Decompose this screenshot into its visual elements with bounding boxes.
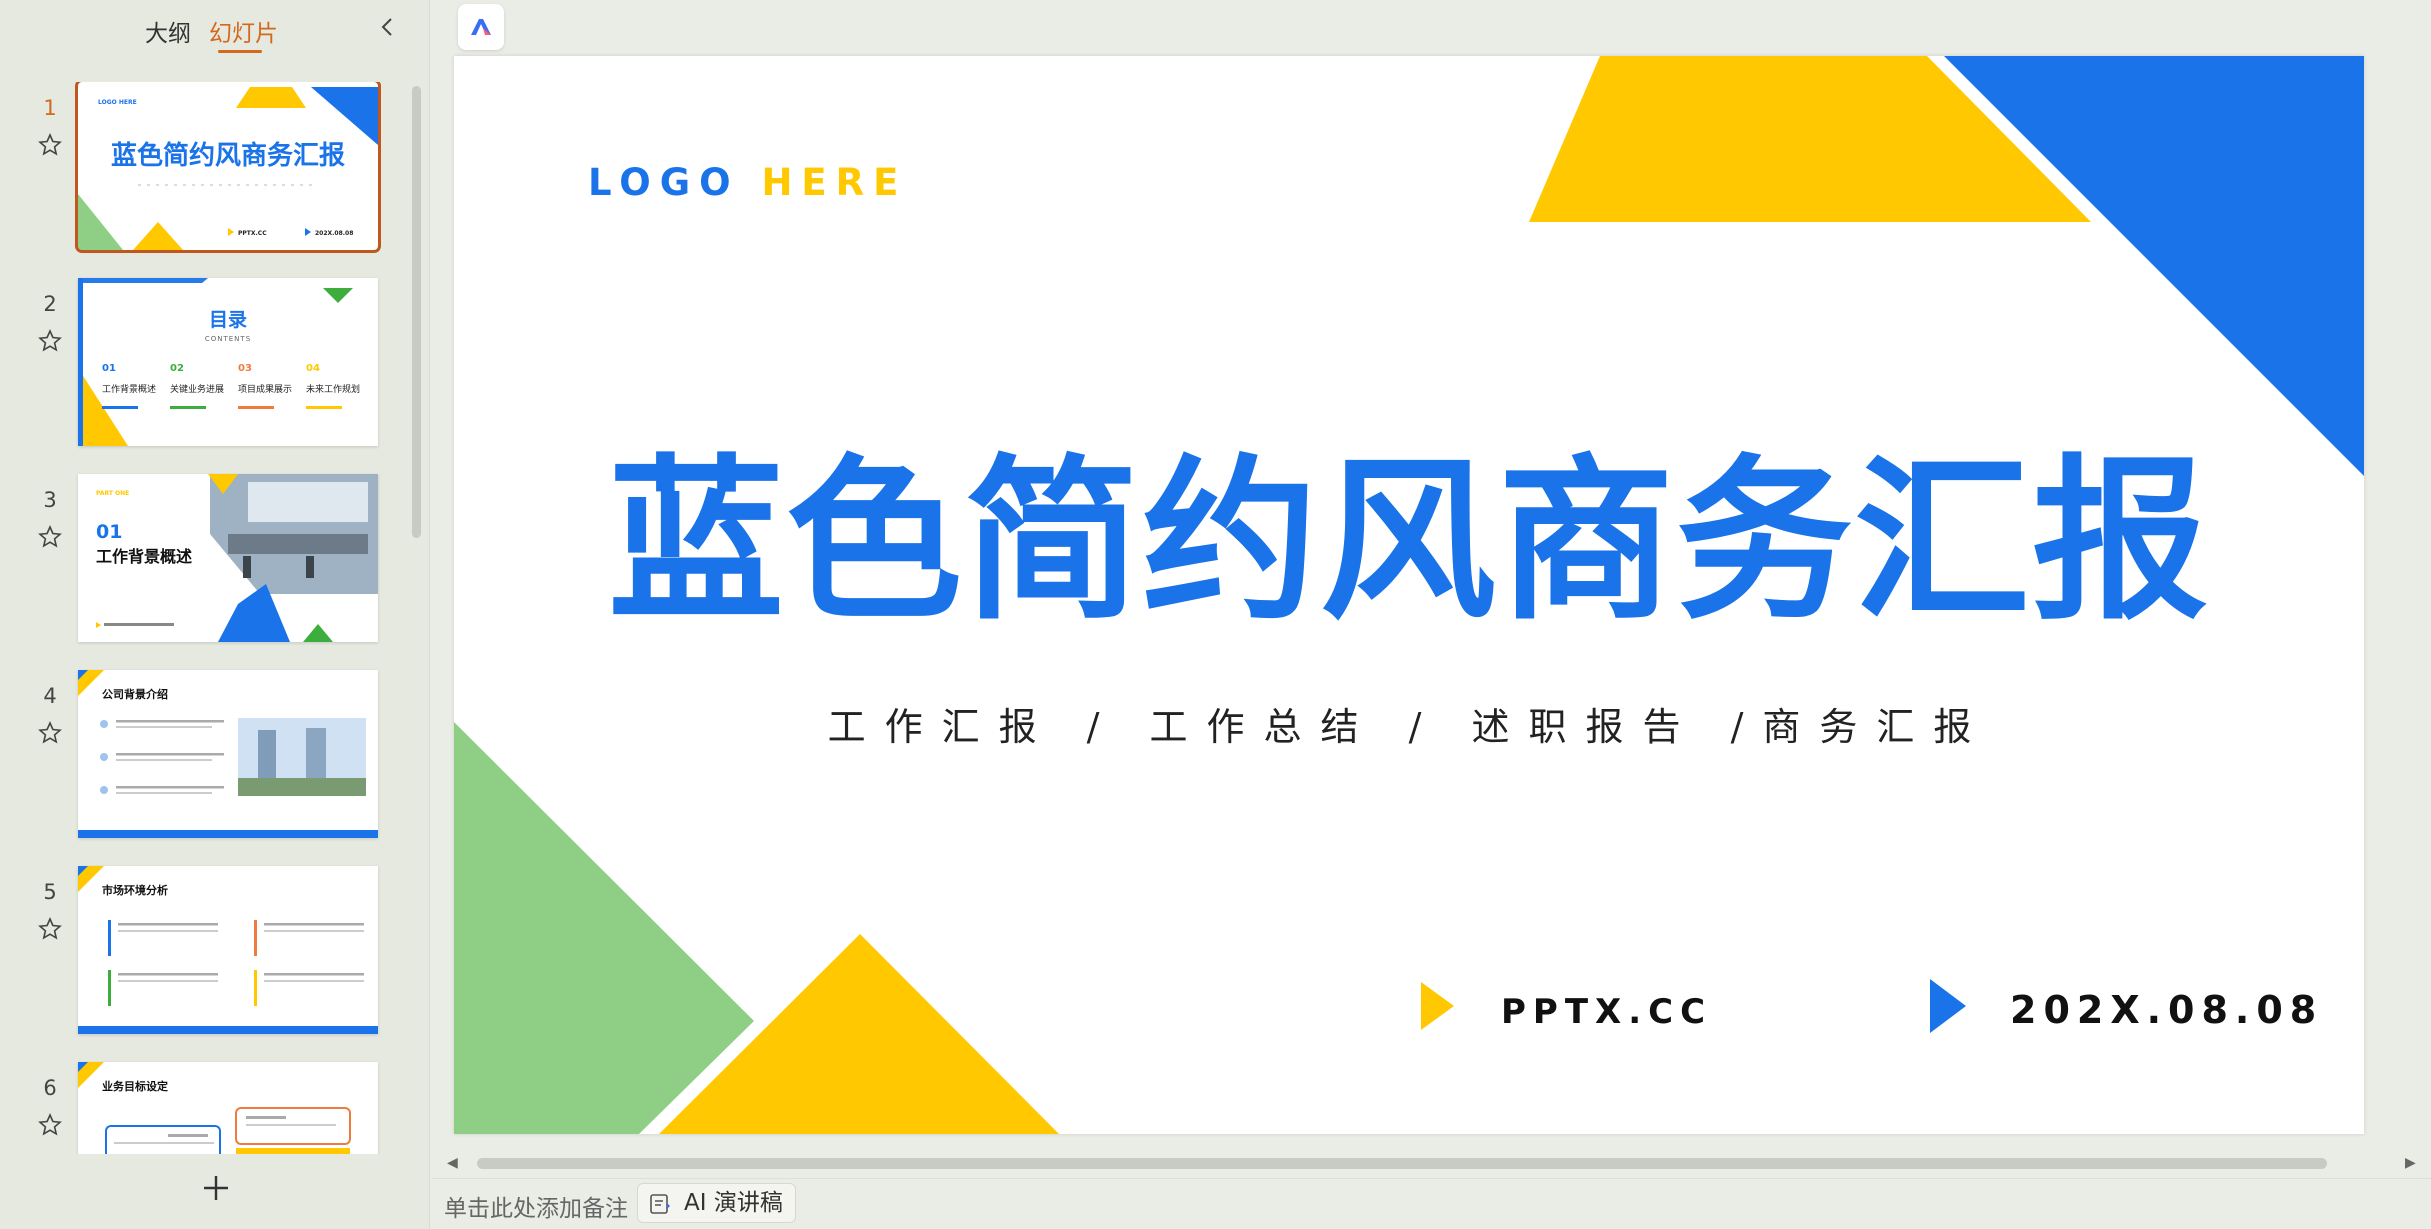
star-icon[interactable] bbox=[37, 916, 63, 942]
thumb-item-number: 04 bbox=[306, 363, 320, 374]
star-icon[interactable] bbox=[37, 720, 63, 746]
slide-number: 6 bbox=[43, 1076, 57, 1100]
slide-title[interactable]: 蓝色简约风商务汇报 bbox=[454, 454, 2364, 630]
add-slide-button[interactable] bbox=[196, 1168, 236, 1208]
slide-preview[interactable]: 目录 CONTENTS 01 02 03 04 工作背景概述 关键业务进展 项目… bbox=[78, 278, 378, 446]
logo-word-1: LOGO bbox=[588, 161, 740, 204]
thumb-item-label: 关键业务进展 bbox=[170, 383, 224, 395]
slide-preview[interactable]: PART ONE 01 工作背景概述 bbox=[78, 474, 378, 642]
thumbnail-scrollbar[interactable] bbox=[412, 86, 421, 538]
ai-speech-label: AI 演讲稿 bbox=[684, 1190, 783, 1216]
thumb-item-label: 工作背景概述 bbox=[102, 383, 156, 395]
thumb-title: 目录 bbox=[209, 309, 247, 331]
thumb-item-number: 02 bbox=[170, 363, 184, 374]
slide-preview[interactable]: 市场环境分析 bbox=[78, 866, 378, 1034]
slide-number: 2 bbox=[43, 292, 57, 316]
slide-number: 5 bbox=[43, 880, 57, 904]
scroll-left-arrow-icon[interactable]: ◀ bbox=[447, 1155, 458, 1171]
plus-icon bbox=[204, 1176, 228, 1200]
horizontal-scrollbar[interactable]: ◀ ▶ bbox=[447, 1152, 2421, 1174]
slide-thumbnail-2[interactable]: 2 目录 CONTENTS 01 02 03 04 工作背景概述 关键业务进展 … bbox=[0, 278, 415, 458]
thumb-item-number: 01 bbox=[102, 363, 116, 374]
slide-subtitle[interactable]: 工作汇报 / 工作总结 / 述职报告 /商务汇报 bbox=[454, 696, 2364, 751]
collapse-panel-button[interactable] bbox=[372, 12, 402, 42]
star-icon[interactable] bbox=[37, 524, 63, 550]
star-icon[interactable] bbox=[37, 1112, 63, 1138]
tab-outline[interactable]: 大纲 bbox=[145, 14, 191, 48]
logo-word-2: HERE bbox=[761, 161, 908, 204]
thumb-title: 市场环境分析 bbox=[102, 883, 168, 897]
slide-thumbnail-5[interactable]: 5 市场环境分析 bbox=[0, 866, 415, 1046]
app-logo[interactable] bbox=[458, 4, 504, 50]
thumb-number: 01 bbox=[96, 521, 122, 543]
slide-date[interactable]: 202X.08.08 bbox=[2010, 988, 2323, 1032]
thumb-title: 工作背景概述 bbox=[96, 547, 192, 566]
app-logo-icon bbox=[471, 19, 491, 35]
ai-notes-icon bbox=[650, 1194, 670, 1214]
slide-number: 3 bbox=[43, 488, 57, 512]
chevron-left-icon bbox=[381, 18, 392, 36]
thumbnail-list: 1 LOGO HERE 蓝色简约风商务汇报 PPTX.CC 202X.08.08 bbox=[0, 82, 415, 1154]
tab-slides[interactable]: 幻灯片 bbox=[209, 14, 278, 48]
thumb-subtitle: CONTENTS bbox=[205, 335, 251, 343]
slide-url[interactable]: PPTX.CC bbox=[1501, 992, 1712, 1032]
thumb-item-number: 03 bbox=[238, 363, 252, 374]
slide-4-preview: 公司背景介绍 bbox=[78, 670, 378, 838]
slide-thumbnail-1[interactable]: 1 LOGO HERE 蓝色简约风商务汇报 PPTX.CC 202X.08.08 bbox=[0, 82, 415, 262]
slide-3-preview: PART ONE 01 工作背景概述 bbox=[96, 474, 378, 642]
thumb-title: 业务目标设定 bbox=[102, 1079, 168, 1093]
star-icon[interactable] bbox=[37, 328, 63, 354]
scroll-right-arrow-icon[interactable]: ▶ bbox=[2405, 1155, 2416, 1171]
panel-tabs: 大纲 幻灯片 bbox=[0, 14, 430, 64]
star-icon[interactable] bbox=[37, 132, 63, 158]
thumb-title: 蓝色简约风商务汇报 bbox=[111, 140, 345, 171]
slide-5-preview: 市场环境分析 bbox=[78, 866, 378, 1034]
scrollbar-thumb[interactable] bbox=[477, 1158, 2327, 1169]
slides-panel: 大纲 幻灯片 1 LOGO HERE 蓝色简约风商务汇报 PPTX.CC 202… bbox=[0, 0, 430, 1229]
slide-number: 1 bbox=[43, 96, 57, 120]
slide-thumbnail-4[interactable]: 4 公司背景介绍 bbox=[0, 670, 415, 850]
active-tab-indicator bbox=[218, 50, 262, 53]
slide-6-preview: 业务目标设定 bbox=[78, 1062, 351, 1154]
slide-1-preview: LOGO HERE 蓝色简约风商务汇报 PPTX.CC 202X.08.08 bbox=[78, 87, 378, 250]
slide-thumbnail-3[interactable]: 3 PART ONE 01 工作背景概述 bbox=[0, 474, 415, 654]
slide-preview[interactable]: 业务目标设定 bbox=[78, 1062, 378, 1154]
thumb-item-label: 项目成果展示 bbox=[238, 383, 292, 395]
slide-2-preview: 目录 CONTENTS 01 02 03 04 工作背景概述 关键业务进展 项目… bbox=[78, 278, 373, 446]
thumb-logo: LOGO HERE bbox=[98, 99, 137, 106]
notes-input[interactable]: 单击此处添加备注 bbox=[444, 1189, 628, 1223]
slide-thumbnail-6[interactable]: 6 业务目标设定 bbox=[0, 1062, 415, 1154]
thumb-part: PART ONE bbox=[96, 490, 129, 497]
slide-canvas[interactable]: LOGO HERE 蓝色简约风商务汇报 工作汇报 / 工作总结 / 述职报告 /… bbox=[454, 56, 2364, 1134]
slide-preview[interactable]: LOGO HERE 蓝色简约风商务汇报 PPTX.CC 202X.08.08 bbox=[75, 82, 381, 253]
thumb-title: 公司背景介绍 bbox=[102, 687, 168, 701]
thumb-url: PPTX.CC bbox=[238, 230, 267, 237]
thumb-date: 202X.08.08 bbox=[315, 230, 353, 237]
logo-text: LOGO HERE bbox=[588, 161, 907, 204]
slide-number: 4 bbox=[43, 684, 57, 708]
thumb-item-label: 未来工作规划 bbox=[306, 383, 360, 395]
notes-bar: 单击此处添加备注 AI 演讲稿 bbox=[432, 1178, 2431, 1229]
slide-preview[interactable]: 公司背景介绍 bbox=[78, 670, 378, 838]
ai-speech-button[interactable]: AI 演讲稿 bbox=[637, 1183, 796, 1223]
